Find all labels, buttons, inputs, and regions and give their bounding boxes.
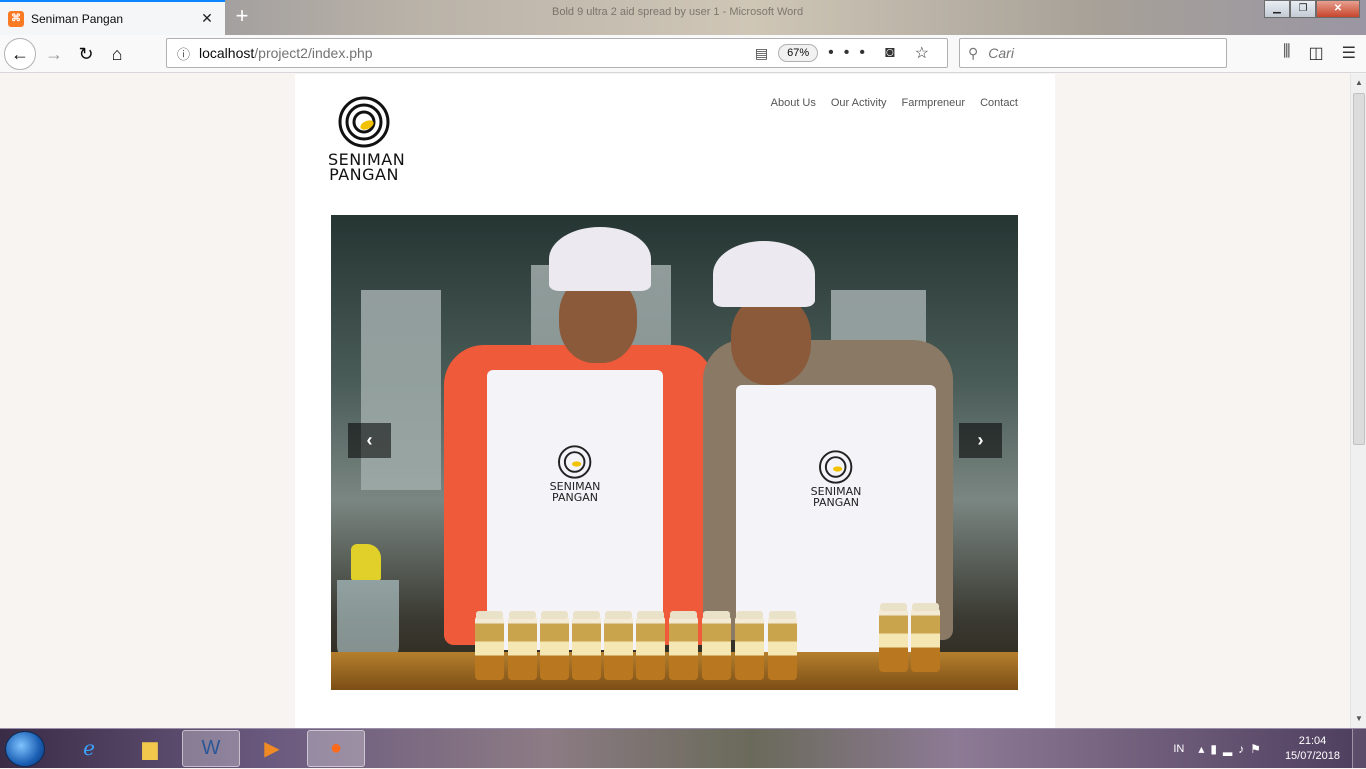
jar	[702, 611, 731, 680]
face-right	[731, 295, 811, 385]
sidebar-icon[interactable]: ◫	[1309, 43, 1324, 63]
tab-bar: ⌘ Seniman Pangan ✕ + Bold 9 ultra 2 aid …	[0, 0, 1366, 35]
carousel-next-button[interactable]: ›	[959, 423, 1002, 458]
media-player-icon[interactable]: ▶	[243, 730, 301, 767]
bookmark-star-icon[interactable]: ☆	[915, 43, 939, 63]
firefox-icon[interactable]: ●	[307, 730, 365, 767]
jar	[475, 611, 504, 680]
pocket-icon[interactable]: ◙	[885, 44, 905, 62]
window-controls: ▁ ❐ ✕	[1264, 0, 1360, 18]
search-box[interactable]: ⚲	[959, 38, 1227, 68]
apron-left: SENIMAN PANGAN	[487, 370, 663, 650]
start-button[interactable]	[5, 731, 45, 767]
new-tab-button[interactable]: +	[229, 4, 255, 30]
nav-farmpreneur[interactable]: Farmpreneur	[902, 97, 966, 109]
apron-logo-mark-icon	[558, 445, 592, 479]
library-icon[interactable]: ⫼	[1283, 43, 1290, 63]
zoom-level-badge[interactable]: 67%	[778, 44, 819, 62]
jar	[879, 603, 908, 672]
language-indicator[interactable]: IN	[1173, 743, 1184, 755]
nav-contact[interactable]: Contact	[980, 97, 1018, 109]
close-tab-icon[interactable]: ✕	[197, 10, 217, 27]
system-tray: IN ▴▮▂♪⚑ 21:04 15/07/2018	[1173, 729, 1366, 769]
page-actions-icon[interactable]: •••	[828, 44, 875, 62]
apron-text-2: PANGAN	[552, 491, 598, 504]
forward-arrow-icon: →	[45, 43, 63, 64]
jar	[508, 611, 537, 680]
forward-button[interactable]: →	[38, 38, 70, 70]
apron-logo-left: SENIMAN PANGAN	[550, 445, 600, 504]
scroll-down-icon[interactable]: ▼	[1353, 712, 1365, 726]
site-logo[interactable]: SENIMAN PANGAN	[328, 96, 405, 184]
reader-view-icon[interactable]: ▤	[755, 45, 768, 62]
logo-text: SENIMAN PANGAN	[328, 152, 405, 184]
tab-title: Seniman Pangan	[31, 11, 124, 26]
carousel-prev-button[interactable]: ‹	[348, 423, 391, 458]
jar	[911, 603, 940, 672]
jar	[768, 611, 797, 680]
reload-button[interactable]: ↻	[70, 38, 102, 70]
page-viewport: SENIMAN PANGAN About Us Our Activity Far…	[0, 74, 1350, 728]
clock-date: 15/07/2018	[1284, 750, 1340, 762]
background-window-title: Bold 9 ultra 2 aid spread by user 1 - Mi…	[552, 6, 804, 18]
page-container: SENIMAN PANGAN About Us Our Activity Far…	[295, 74, 1055, 728]
background-window	[361, 290, 441, 490]
home-icon: ⌂	[111, 43, 123, 64]
file-explorer-icon[interactable]: ▆	[121, 730, 179, 767]
navigation-toolbar: ← → ↻ ⌂ ⓘ localhost /project2/index.php …	[0, 35, 1366, 73]
scroll-thumb[interactable]	[1353, 93, 1365, 445]
close-window-button[interactable]: ✕	[1316, 0, 1360, 18]
menu-icon[interactable]: ☰	[1342, 43, 1356, 63]
logo-line-2: PANGAN	[329, 165, 399, 184]
xampp-favicon-icon: ⌘	[8, 10, 24, 27]
logo-mark-icon	[338, 96, 390, 148]
hero-carousel: SENIMAN PANGAN SENIMAN PANGAN ‹ ›	[331, 215, 1018, 690]
search-icon: ⚲	[968, 44, 979, 61]
url-path: /project2/index.php	[254, 45, 373, 61]
word-icon[interactable]: W	[182, 730, 240, 767]
cap-left	[549, 227, 651, 291]
apron-text-2: PANGAN	[813, 496, 859, 509]
page-scrollbar[interactable]: ▲ ▼	[1350, 74, 1366, 728]
nav-about-us[interactable]: About Us	[771, 97, 816, 109]
jar	[540, 611, 569, 680]
clock-time: 21:04	[1298, 735, 1327, 747]
show-desktop-button[interactable]	[1352, 729, 1366, 769]
cap-right	[713, 241, 815, 307]
windows-taskbar: ℯ ▆ W ▶ ● IN ▴▮▂♪⚑ 21:04 15/07/2018	[0, 728, 1366, 769]
internet-explorer-icon[interactable]: ℯ	[60, 730, 118, 767]
maximize-button[interactable]: ❐	[1290, 0, 1316, 18]
minimize-button[interactable]: ▁	[1264, 0, 1290, 18]
scroll-up-icon[interactable]: ▲	[1353, 76, 1365, 90]
apron-logo-right: SENIMAN PANGAN	[811, 450, 861, 509]
url-actions: ▤ 67% ••• ◙ ☆	[755, 43, 939, 63]
nav-our-activity[interactable]: Our Activity	[831, 97, 887, 109]
jar	[735, 611, 764, 680]
url-host: localhost	[199, 45, 255, 61]
home-button[interactable]: ⌂	[101, 38, 133, 70]
main-nav: About Us Our Activity Farmpreneur Contac…	[771, 97, 1018, 109]
jar	[604, 611, 633, 680]
spray-bottle	[337, 544, 399, 664]
reload-icon: ↻	[78, 43, 94, 64]
toolbar-right: ⫼ ◫ ☰	[1283, 43, 1356, 63]
chevron-left-icon: ‹	[366, 430, 373, 450]
search-input[interactable]	[986, 44, 1207, 62]
tab-seniman-pangan[interactable]: ⌘ Seniman Pangan ✕	[0, 0, 225, 35]
tray-icons[interactable]: ▴▮▂♪⚑	[1198, 742, 1267, 756]
back-arrow-icon: ←	[11, 43, 29, 64]
url-bar[interactable]: ⓘ localhost /project2/index.php ▤ 67% ••…	[166, 38, 948, 68]
jar	[669, 611, 698, 680]
jar	[636, 611, 665, 680]
chevron-right-icon: ›	[977, 430, 984, 450]
site-info-icon[interactable]: ⓘ	[177, 44, 199, 63]
apron-logo-mark-icon	[819, 450, 853, 484]
clock[interactable]: 21:04 15/07/2018	[1285, 734, 1340, 764]
jar	[572, 611, 601, 680]
back-button[interactable]: ←	[4, 38, 36, 70]
